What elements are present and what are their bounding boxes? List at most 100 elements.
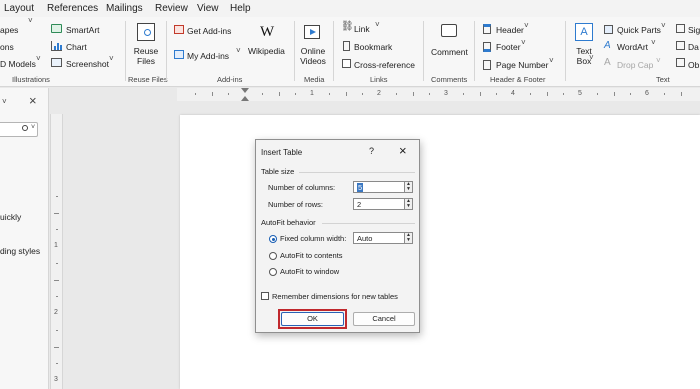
help-button[interactable]: ?	[369, 146, 374, 156]
chevron-down-icon[interactable]: ▼	[405, 187, 412, 192]
first-line-indent-marker[interactable]	[241, 88, 249, 93]
text-box-icon: A	[575, 23, 593, 41]
shapes-button[interactable]: apes	[0, 25, 18, 35]
hanging-indent-marker[interactable]	[241, 96, 249, 101]
ruler-number: 4	[511, 90, 515, 97]
insert-table-dialog: Insert Table ? × Table size Number of co…	[255, 139, 420, 333]
chart-button[interactable]: Chart	[66, 42, 87, 52]
search-input[interactable]: ˅	[0, 122, 38, 137]
footer-button[interactable]: Footer	[496, 42, 521, 52]
close-icon[interactable]: ×	[399, 143, 407, 158]
reuse-files-button[interactable]: Reuse Files	[129, 46, 163, 66]
link-button[interactable]: Link	[354, 24, 370, 34]
rows-field[interactable]: 2	[353, 198, 405, 210]
chevron-down-icon: ˅	[589, 53, 594, 62]
object-button[interactable]: Ob	[688, 60, 699, 70]
remember-label[interactable]: Remember dimensions for new tables	[272, 292, 398, 301]
ruler-tick	[395, 93, 397, 95]
fixed-width-field[interactable]: Auto	[353, 232, 405, 244]
smartart-button[interactable]: SmartArt	[66, 25, 100, 35]
cancel-label: Cancel	[372, 314, 396, 323]
date-time-icon	[676, 41, 685, 50]
ruler-tick	[563, 93, 565, 95]
reuse-files-icon	[137, 23, 155, 41]
store-icon	[174, 25, 184, 34]
ruler-tick	[295, 93, 297, 95]
wordart-button[interactable]: WordArt	[617, 42, 648, 52]
smartart-icon	[51, 24, 62, 33]
chevron-down-icon: ˅	[524, 21, 529, 30]
drop-cap-button[interactable]: Drop Cap	[617, 60, 653, 70]
signature-line-button[interactable]: Sig	[688, 25, 700, 35]
screenshot-button[interactable]: Screenshot	[66, 59, 109, 69]
bookmark-icon	[343, 41, 350, 51]
menu-review[interactable]: Review	[155, 3, 188, 14]
links-group-label: Links	[370, 75, 388, 84]
ruler-tick	[630, 93, 632, 95]
cross-reference-icon	[342, 59, 351, 68]
columns-stepper[interactable]: ▲ ▼	[404, 181, 413, 193]
rows-stepper[interactable]: ▲ ▼	[404, 198, 413, 210]
menu-layout[interactable]: Layout	[4, 3, 34, 14]
search-icon	[22, 125, 28, 131]
cancel-button[interactable]: Cancel	[353, 312, 415, 326]
chevron-down-icon: ˅	[656, 56, 661, 65]
menu-references[interactable]: References	[47, 3, 98, 14]
screenshot-icon	[51, 58, 62, 67]
3d-models-button[interactable]: D Models	[0, 59, 36, 69]
wikipedia-button[interactable]: Wikipedia	[248, 46, 285, 56]
ruler-tick	[462, 93, 464, 95]
autofit-contents-radio[interactable]	[269, 252, 277, 260]
menu-help[interactable]: Help	[230, 3, 251, 14]
my-addins-button[interactable]: My Add-ins	[187, 51, 229, 61]
fixed-width-radio[interactable]	[269, 235, 277, 243]
get-addins-button[interactable]: Get Add-ins	[187, 26, 231, 36]
fixed-width-label[interactable]: Fixed column width:	[280, 234, 346, 243]
group-divider	[333, 21, 334, 81]
autofit-window-radio[interactable]	[269, 268, 277, 276]
icons-button[interactable]: ons	[0, 42, 14, 52]
menu-view[interactable]: View	[197, 3, 219, 14]
text-box-button[interactable]: Text Box	[569, 46, 599, 66]
remember-checkbox[interactable]	[261, 292, 269, 300]
vertical-ruler: 1 2 3	[50, 114, 63, 389]
ruler-number: 1	[310, 90, 314, 97]
comment-button[interactable]: Comment	[431, 47, 468, 57]
chevron-down-icon: ˅	[31, 124, 36, 131]
columns-field[interactable]: 5	[353, 181, 405, 193]
header-button[interactable]: Header	[496, 25, 524, 35]
page-number-button[interactable]: Page Number	[496, 60, 548, 70]
ruler-tick	[54, 279, 59, 281]
comment-icon	[441, 24, 457, 37]
chevron-down-icon[interactable]: ▼	[405, 204, 412, 209]
bookmark-button[interactable]: Bookmark	[354, 42, 392, 52]
autofit-window-label[interactable]: AutoFit to window	[280, 267, 339, 276]
chevron-down-icon[interactable]: ▼	[405, 238, 412, 243]
menu-mailings[interactable]: Mailings	[106, 3, 143, 14]
online-video-icon	[304, 25, 320, 39]
cross-reference-button[interactable]: Cross-reference	[354, 60, 415, 70]
fixed-width-stepper[interactable]: ▲ ▼	[404, 232, 413, 244]
close-icon[interactable]: ×	[29, 93, 37, 108]
ruler-tick	[328, 93, 330, 95]
ruler-tick	[429, 93, 431, 95]
quick-parts-button[interactable]: Quick Parts	[617, 25, 661, 35]
online-videos-button[interactable]: Online Videos	[296, 46, 330, 66]
autofit-contents-label[interactable]: AutoFit to contents	[280, 251, 343, 260]
ruler-tick	[56, 262, 58, 264]
date-time-button[interactable]: Da	[688, 42, 699, 52]
ruler-tick	[613, 92, 615, 96]
ruler-tick	[56, 363, 58, 365]
ruler-number: 2	[377, 90, 381, 97]
columns-value: 5	[357, 183, 364, 192]
chevron-down-icon: ˅	[28, 16, 33, 25]
signature-line-icon	[676, 24, 685, 33]
chevron-down-icon: ˅	[549, 56, 554, 65]
highlight-box	[278, 309, 347, 329]
illustrations-group-label: Illustrations	[12, 75, 50, 84]
chevron-down-icon[interactable]: ˅	[2, 97, 7, 106]
dialog-title: Insert Table	[261, 148, 303, 157]
fixed-width-value: Auto	[357, 234, 373, 243]
ruler-tick	[362, 93, 364, 95]
chevron-down-icon: ˅	[109, 54, 114, 63]
